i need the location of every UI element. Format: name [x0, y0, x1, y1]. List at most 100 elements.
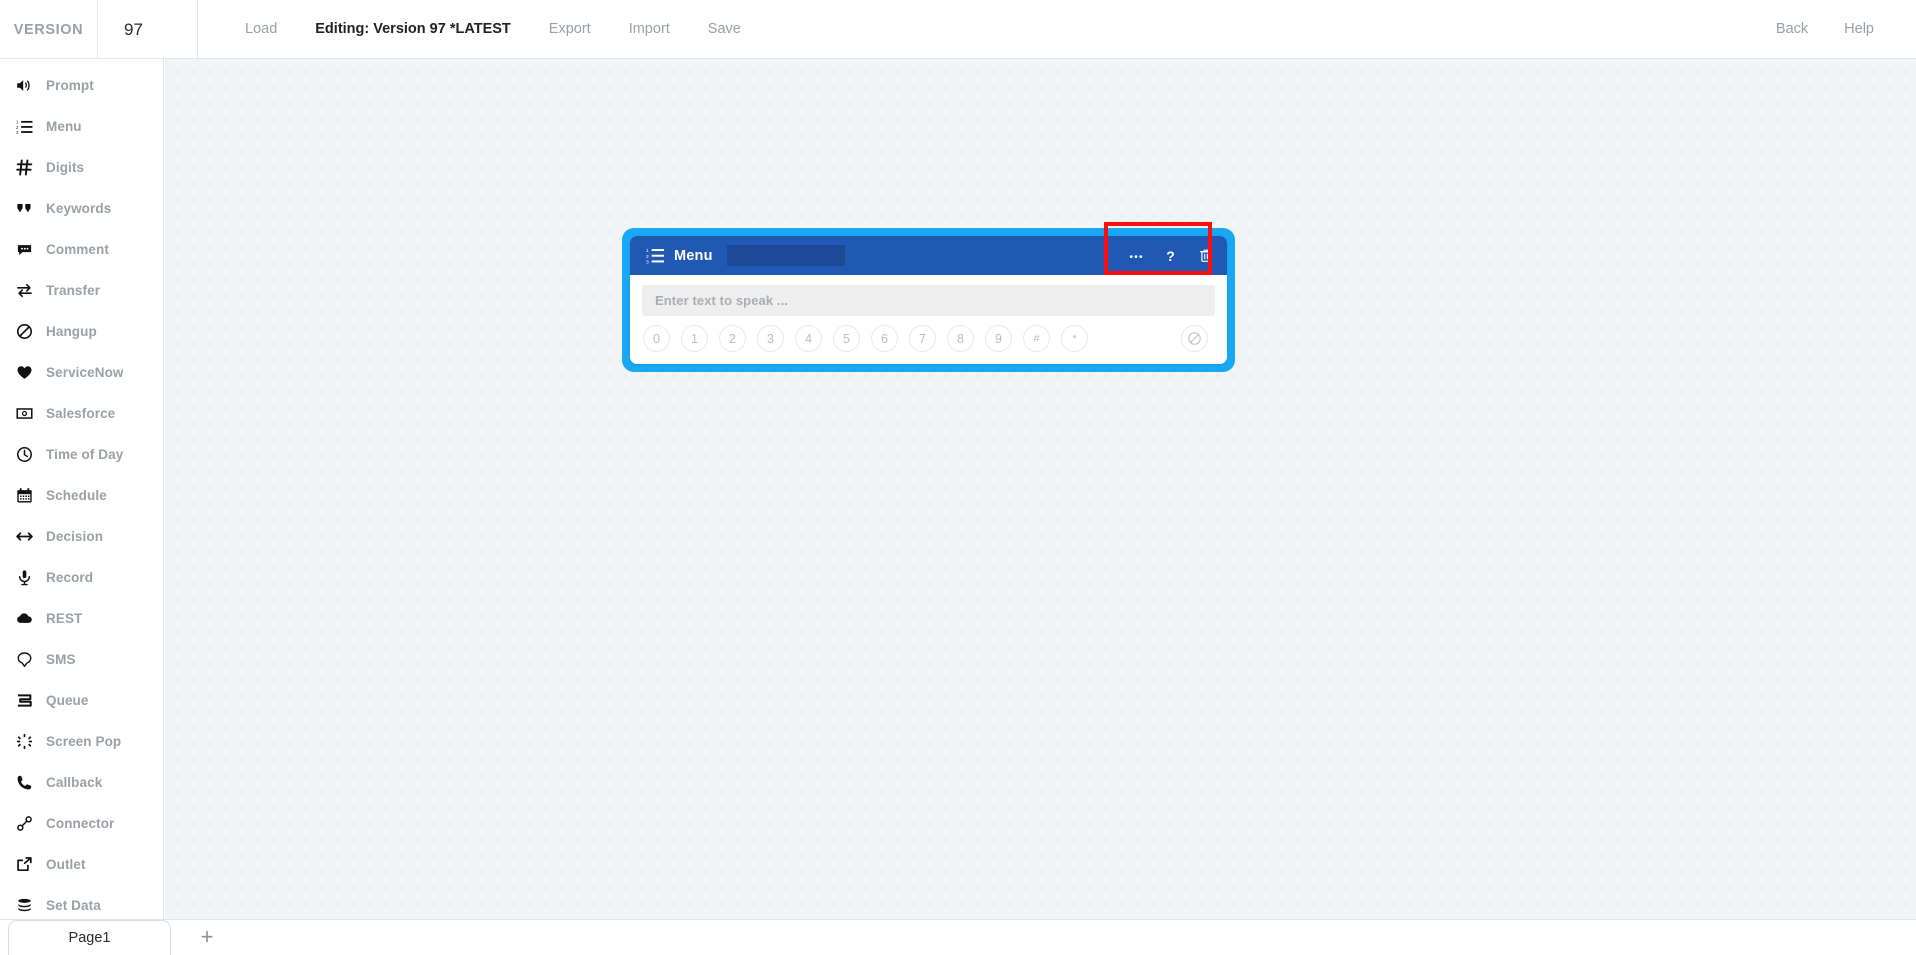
version-label: VERSION	[14, 22, 83, 38]
sidebar-item-servicenow[interactable]: ServiceNow	[0, 352, 163, 393]
sidebar-item-label: Screen Pop	[46, 734, 121, 749]
keypad-key-hash[interactable]: #	[1023, 325, 1050, 352]
version-label-cell: VERSION	[0, 0, 98, 59]
speaker-icon	[16, 77, 46, 94]
keypad-key-0[interactable]: 0	[643, 325, 670, 352]
no-entry-icon	[16, 323, 46, 340]
sidebar-item-label: Time of Day	[46, 447, 123, 462]
sidebar-item-queue[interactable]: Queue	[0, 680, 163, 721]
sidebar-item-label: Keywords	[46, 201, 111, 216]
calendar-icon	[16, 487, 46, 504]
quotes-icon	[16, 200, 46, 217]
queue-icon	[16, 692, 46, 709]
transfer-arrows-icon	[16, 282, 46, 299]
sidebar-item-keywords[interactable]: Keywords	[0, 188, 163, 229]
sidebar-item-rest[interactable]: REST	[0, 598, 163, 639]
keypad-key-9[interactable]: 9	[985, 325, 1012, 352]
keypad-key-8[interactable]: 8	[947, 325, 974, 352]
node-name-input[interactable]	[727, 245, 845, 266]
editing-status[interactable]: Editing: Version 97 *LATEST	[296, 0, 530, 59]
sidebar-item-label: Outlet	[46, 857, 86, 872]
version-value: 97	[124, 20, 143, 40]
sidebar-scroll-area: Prompt123Menu Digits Keywords Comment Transf…	[0, 59, 163, 926]
speech-bubble-icon	[16, 651, 46, 668]
page-tab-page1[interactable]: Page1	[8, 920, 171, 955]
sidebar-item-schedule[interactable]: Schedule	[0, 475, 163, 516]
node-action-buttons: ?	[1118, 236, 1227, 275]
toolbar-actions: LoadEditing: Version 97 *LATESTExportImp…	[198, 0, 760, 59]
question-mark-button[interactable]: ?	[1153, 236, 1188, 275]
sidebar-item-label: Hangup	[46, 324, 97, 339]
trash-icon	[1199, 248, 1213, 263]
microphone-icon	[16, 569, 46, 586]
hangup-key[interactable]	[1181, 325, 1208, 352]
sidebar-item-time-of-day[interactable]: Time of Day	[0, 434, 163, 475]
menu-node-title: Menu	[674, 248, 713, 264]
burst-icon	[16, 733, 46, 750]
back-button[interactable]: Back	[1758, 0, 1826, 59]
flow-canvas[interactable]: 1 2 3 Menu	[165, 59, 1916, 919]
menu-node-header[interactable]: 1 2 3 Menu	[630, 236, 1227, 275]
sidebar-item-salesforce[interactable]: Salesforce	[0, 393, 163, 434]
load-button[interactable]: Load	[226, 0, 296, 59]
sidebar-item-label: Digits	[46, 160, 84, 175]
text-to-speak-placeholder: Enter text to speak ...	[655, 293, 788, 308]
sidebar-item-comment[interactable]: Comment	[0, 229, 163, 270]
text-to-speak-input[interactable]: Enter text to speak ...	[642, 285, 1215, 316]
keypad-key-6[interactable]: 6	[871, 325, 898, 352]
numbered-list-icon: 123	[16, 118, 46, 135]
sidebar-item-label: Salesforce	[46, 406, 115, 421]
export-button[interactable]: Export	[530, 0, 610, 59]
node-palette-sidebar[interactable]: Prompt123Menu Digits Keywords Comment Transf…	[0, 59, 164, 954]
sidebar-item-callback[interactable]: Callback	[0, 762, 163, 803]
sidebar-item-label: Connector	[46, 816, 114, 831]
sidebar-item-label: Set Data	[46, 898, 101, 913]
add-page-button[interactable]: +	[193, 922, 221, 952]
sidebar-item-hangup[interactable]: Hangup	[0, 311, 163, 352]
page-tab-bar: Page1 +	[0, 919, 1916, 954]
help-button[interactable]: Help	[1826, 0, 1892, 59]
sidebar-item-sms[interactable]: SMS	[0, 639, 163, 680]
svg-text:3: 3	[16, 130, 19, 135]
card-icon	[16, 405, 46, 422]
sidebar-item-connector[interactable]: Connector	[0, 803, 163, 844]
hash-icon	[16, 159, 46, 176]
keypad-key-3[interactable]: 3	[757, 325, 784, 352]
sidebar-item-record[interactable]: Record	[0, 557, 163, 598]
sidebar-item-label: Comment	[46, 242, 109, 257]
svg-text:2: 2	[646, 254, 649, 260]
keypad-key-1[interactable]: 1	[681, 325, 708, 352]
sidebar-item-prompt[interactable]: Prompt	[0, 65, 163, 106]
dtmf-keypad: 0123456789 # *	[642, 325, 1215, 352]
menu-node-card[interactable]: 1 2 3 Menu	[630, 236, 1227, 364]
keypad-key-7[interactable]: 7	[909, 325, 936, 352]
sidebar-item-label: Queue	[46, 693, 89, 708]
sidebar-item-label: Record	[46, 570, 93, 585]
clock-icon	[16, 446, 46, 463]
save-button[interactable]: Save	[689, 0, 760, 59]
sidebar-item-label: REST	[46, 611, 82, 626]
double-arrow-icon	[16, 528, 46, 545]
sidebar-item-digits[interactable]: Digits	[0, 147, 163, 188]
sidebar-item-screen-pop[interactable]: Screen Pop	[0, 721, 163, 762]
keypad-key-star[interactable]: *	[1061, 325, 1088, 352]
menu-node-body: Enter text to speak ... 0123456789 # *	[630, 275, 1227, 352]
sidebar-item-transfer[interactable]: Transfer	[0, 270, 163, 311]
comment-icon	[16, 241, 46, 258]
sidebar-item-label: Decision	[46, 529, 103, 544]
external-link-icon	[16, 856, 46, 873]
menu-node[interactable]: 1 2 3 Menu	[622, 228, 1235, 372]
sidebar-item-menu[interactable]: 123Menu	[0, 106, 163, 147]
delete-button[interactable]	[1188, 236, 1223, 275]
sidebar-item-decision[interactable]: Decision	[0, 516, 163, 557]
more-options-button[interactable]	[1118, 236, 1153, 275]
svg-text:3: 3	[646, 260, 649, 265]
version-input[interactable]: 97	[98, 0, 198, 59]
sidebar-item-label: Callback	[46, 775, 102, 790]
keypad-key-4[interactable]: 4	[795, 325, 822, 352]
keypad-key-2[interactable]: 2	[719, 325, 746, 352]
keypad-key-5[interactable]: 5	[833, 325, 860, 352]
sidebar-item-outlet[interactable]: Outlet	[0, 844, 163, 885]
import-button[interactable]: Import	[610, 0, 689, 59]
sidebar-item-label: ServiceNow	[46, 365, 124, 380]
